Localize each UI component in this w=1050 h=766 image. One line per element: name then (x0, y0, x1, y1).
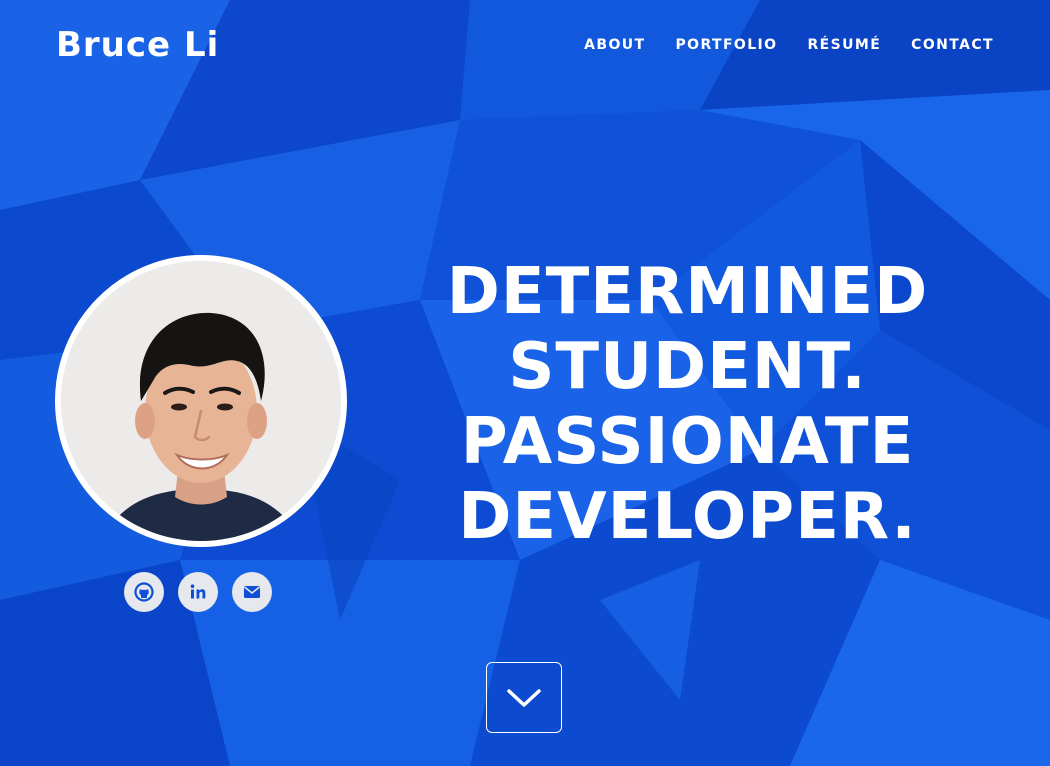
headline-line-1: DETERMINED (446, 255, 929, 329)
linkedin-link[interactable] (178, 572, 218, 612)
scroll-down-button[interactable] (486, 662, 562, 733)
headline-line-2: STUDENT. (508, 330, 867, 404)
brand-logo[interactable]: Bruce Li (56, 24, 219, 66)
chevron-down-icon (507, 688, 541, 707)
avatar (55, 255, 347, 547)
nav-link-contact[interactable]: CONTACT (911, 36, 994, 54)
linkedin-icon (190, 584, 206, 599)
avatar-photo (61, 261, 341, 541)
headline-line-4: DEVELOPER. (458, 480, 917, 554)
github-icon (134, 582, 154, 602)
nav-link-resume[interactable]: RÉSUMÉ (807, 36, 881, 54)
social-links (124, 572, 272, 612)
hero-headline: DETERMINED STUDENT. PASSIONATE DEVELOPER… (400, 255, 975, 555)
nav-menu: ABOUT PORTFOLIO RÉSUMÉ CONTACT (584, 36, 994, 54)
headline-line-3: PASSIONATE (460, 405, 915, 479)
nav-link-portfolio[interactable]: PORTFOLIO (676, 36, 778, 54)
nav-link-about[interactable]: ABOUT (584, 36, 645, 54)
navbar: Bruce Li ABOUT PORTFOLIO RÉSUMÉ CONTACT (0, 0, 1050, 90)
github-link[interactable] (124, 572, 164, 612)
email-link[interactable] (232, 572, 272, 612)
envelope-icon (244, 586, 260, 598)
